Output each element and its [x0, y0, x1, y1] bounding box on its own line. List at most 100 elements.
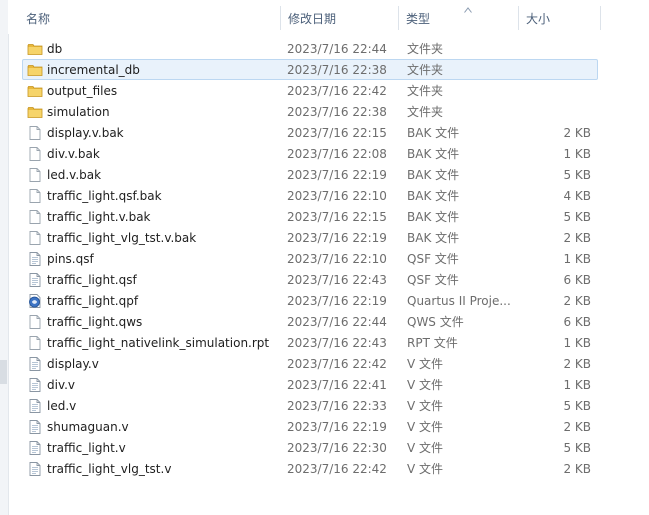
- quartus-project-icon: [27, 293, 43, 309]
- file-type: QSF 文件: [407, 252, 459, 266]
- file-size: 4 KB: [563, 189, 591, 203]
- file-list: db 2023/7/16 22:44 文件夹 incremental_db 2023/7…: [22, 38, 598, 479]
- file-type: BAK 文件: [407, 168, 460, 182]
- file-size: 1 KB: [563, 252, 591, 266]
- file-row[interactable]: div.v 2023/7/16 22:41 V 文件 1 KB: [22, 374, 598, 395]
- file-type: BAK 文件: [407, 231, 460, 245]
- file-row[interactable]: traffic_light_nativelink_simulation.rpt 2…: [22, 332, 598, 353]
- file-row[interactable]: display.v.bak 2023/7/16 22:15 BAK 文件 2 KB: [22, 122, 598, 143]
- file-type: QSF 文件: [407, 273, 459, 287]
- file-date-modified: 2023/7/16 22:30: [287, 441, 387, 455]
- text-file-icon: [27, 419, 43, 435]
- file-type: V 文件: [407, 357, 444, 371]
- file-row[interactable]: display.v 2023/7/16 22:42 V 文件 2 KB: [22, 353, 598, 374]
- file-date-modified: 2023/7/16 22:19: [287, 294, 387, 308]
- scroll-marker: [0, 360, 7, 384]
- file-type: RPT 文件: [407, 336, 458, 350]
- file-date-modified: 2023/7/16 22:38: [287, 63, 387, 77]
- file-row[interactable]: traffic_light_vlg_tst.v.bak 2023/7/16 22:…: [22, 227, 598, 248]
- sort-ascending-icon: [464, 7, 472, 13]
- file-date-modified: 2023/7/16 22:15: [287, 210, 387, 224]
- file-date-modified: 2023/7/16 22:15: [287, 126, 387, 140]
- column-header-bar: 名称 修改日期 类型 大小: [8, 0, 649, 34]
- file-type: 文件夹: [407, 105, 444, 119]
- file-type: 文件夹: [407, 42, 444, 56]
- navigation-pane-edge: [0, 0, 9, 515]
- file-type: V 文件: [407, 420, 444, 434]
- column-header-name[interactable]: 名称: [16, 0, 280, 34]
- file-name: traffic_light.v: [47, 441, 126, 455]
- file-row[interactable]: traffic_light.qpf 2023/7/16 22:19 Quartus …: [22, 290, 598, 311]
- file-row[interactable]: incremental_db 2023/7/16 22:38 文件夹: [22, 59, 598, 80]
- file-row[interactable]: pins.qsf 2023/7/16 22:10 QSF 文件 1 KB: [22, 248, 598, 269]
- file-size: 2 KB: [563, 420, 591, 434]
- file-size: 1 KB: [563, 378, 591, 392]
- column-header-size[interactable]: 大小: [516, 0, 600, 34]
- file-name: traffic_light.qws: [47, 315, 143, 329]
- file-name: traffic_light.v.bak: [47, 210, 151, 224]
- file-row[interactable]: led.v.bak 2023/7/16 22:19 BAK 文件 5 KB: [22, 164, 598, 185]
- file-size: 2 KB: [563, 357, 591, 371]
- file-row[interactable]: output_files 2023/7/16 22:42 文件夹: [22, 80, 598, 101]
- file-size: 2 KB: [563, 231, 591, 245]
- file-row[interactable]: traffic_light.v.bak 2023/7/16 22:15 BAK 文件…: [22, 206, 598, 227]
- file-name: led.v.bak: [47, 168, 102, 182]
- file-date-modified: 2023/7/16 22:19: [287, 231, 387, 245]
- file-type: 文件夹: [407, 84, 444, 98]
- file-date-modified: 2023/7/16 22:44: [287, 42, 387, 56]
- file-row[interactable]: div.v.bak 2023/7/16 22:08 BAK 文件 1 KB: [22, 143, 598, 164]
- file-row[interactable]: shumaguan.v 2023/7/16 22:19 V 文件 2 KB: [22, 416, 598, 437]
- file-date-modified: 2023/7/16 22:41: [287, 378, 387, 392]
- file-name: div.v.bak: [47, 147, 100, 161]
- file-size: 5 KB: [563, 210, 591, 224]
- file-name: traffic_light_vlg_tst.v.bak: [47, 231, 197, 245]
- file-size: 5 KB: [563, 399, 591, 413]
- file-icon: [27, 188, 43, 204]
- file-name: traffic_light_nativelink_simulation.rpt: [47, 336, 270, 350]
- file-name: led.v: [47, 399, 77, 413]
- column-header-type[interactable]: 类型: [396, 0, 518, 34]
- file-row[interactable]: simulation 2023/7/16 22:38 文件夹: [22, 101, 598, 122]
- file-name: output_files: [47, 84, 118, 98]
- column-header-date[interactable]: 修改日期: [278, 0, 398, 34]
- file-row[interactable]: traffic_light.qws 2023/7/16 22:44 QWS 文件 6 …: [22, 311, 598, 332]
- file-size: 5 KB: [563, 168, 591, 182]
- file-icon: [27, 167, 43, 183]
- file-date-modified: 2023/7/16 22:43: [287, 273, 387, 287]
- file-date-modified: 2023/7/16 22:43: [287, 336, 387, 350]
- file-date-modified: 2023/7/16 22:19: [287, 420, 387, 434]
- text-file-icon: [27, 398, 43, 414]
- file-type: Quartus II Proje...: [407, 294, 511, 308]
- file-date-modified: 2023/7/16 22:08: [287, 147, 387, 161]
- file-row[interactable]: traffic_light.qsf.bak 2023/7/16 22:10 BAK …: [22, 185, 598, 206]
- file-size: 2 KB: [563, 294, 591, 308]
- file-name: pins.qsf: [47, 252, 94, 266]
- file-type: 文件夹: [407, 63, 444, 77]
- file-date-modified: 2023/7/16 22:19: [287, 168, 387, 182]
- file-name: traffic_light.qpf: [47, 294, 139, 308]
- file-date-modified: 2023/7/16 22:38: [287, 105, 387, 119]
- file-size: 2 KB: [563, 462, 591, 476]
- file-type: QWS 文件: [407, 315, 464, 329]
- file-row[interactable]: led.v 2023/7/16 22:33 V 文件 5 KB: [22, 395, 598, 416]
- file-name: shumaguan.v: [47, 420, 129, 434]
- file-name: display.v: [47, 357, 99, 371]
- file-icon: [27, 146, 43, 162]
- file-row[interactable]: traffic_light_vlg_tst.v 2023/7/16 22:42 V …: [22, 458, 598, 479]
- column-divider[interactable]: [600, 6, 601, 30]
- file-name: traffic_light_vlg_tst.v: [47, 462, 172, 476]
- file-row[interactable]: traffic_light.v 2023/7/16 22:30 V 文件 5 KB: [22, 437, 598, 458]
- file-date-modified: 2023/7/16 22:42: [287, 357, 387, 371]
- file-type: BAK 文件: [407, 189, 460, 203]
- file-row[interactable]: traffic_light.qsf 2023/7/16 22:43 QSF 文件 6 …: [22, 269, 598, 290]
- file-type: V 文件: [407, 462, 444, 476]
- text-file-icon: [27, 251, 43, 267]
- file-size: 1 KB: [563, 147, 591, 161]
- file-type: V 文件: [407, 378, 444, 392]
- file-type: BAK 文件: [407, 210, 460, 224]
- file-icon: [27, 335, 43, 351]
- file-row[interactable]: db 2023/7/16 22:44 文件夹: [22, 38, 598, 59]
- file-date-modified: 2023/7/16 22:42: [287, 84, 387, 98]
- file-name: simulation: [47, 105, 110, 119]
- file-size: 2 KB: [563, 126, 591, 140]
